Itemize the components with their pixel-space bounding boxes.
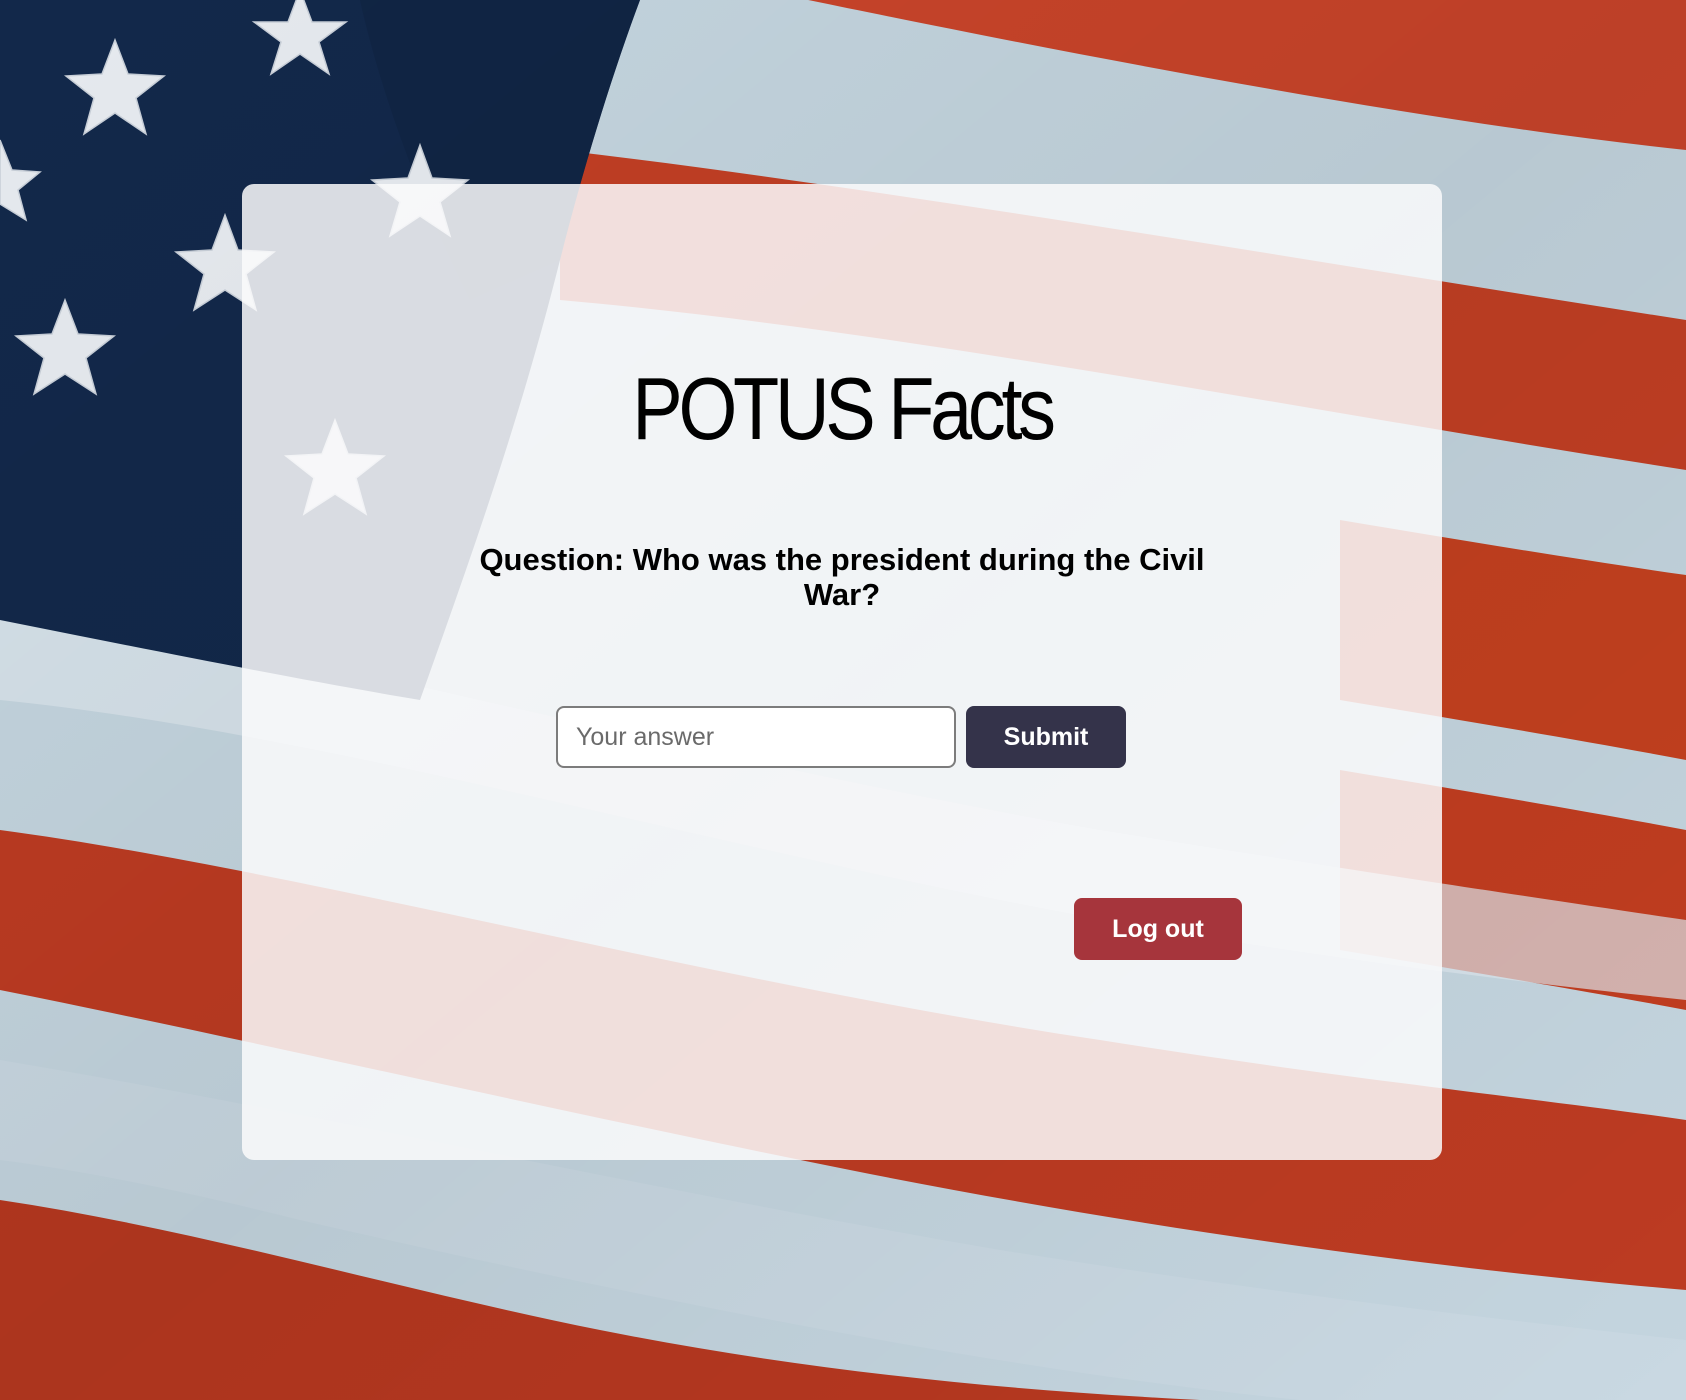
page: POTUS Facts Question: Who was the presid… [0,0,1686,1400]
answer-input[interactable] [556,706,956,768]
question-text: Question: Who was the president during t… [479,542,1205,612]
quiz-card: POTUS Facts Question: Who was the presid… [242,184,1442,1160]
page-title: POTUS Facts [632,359,1056,458]
submit-button[interactable]: Submit [966,706,1126,768]
logout-button[interactable]: Log out [1074,898,1242,960]
